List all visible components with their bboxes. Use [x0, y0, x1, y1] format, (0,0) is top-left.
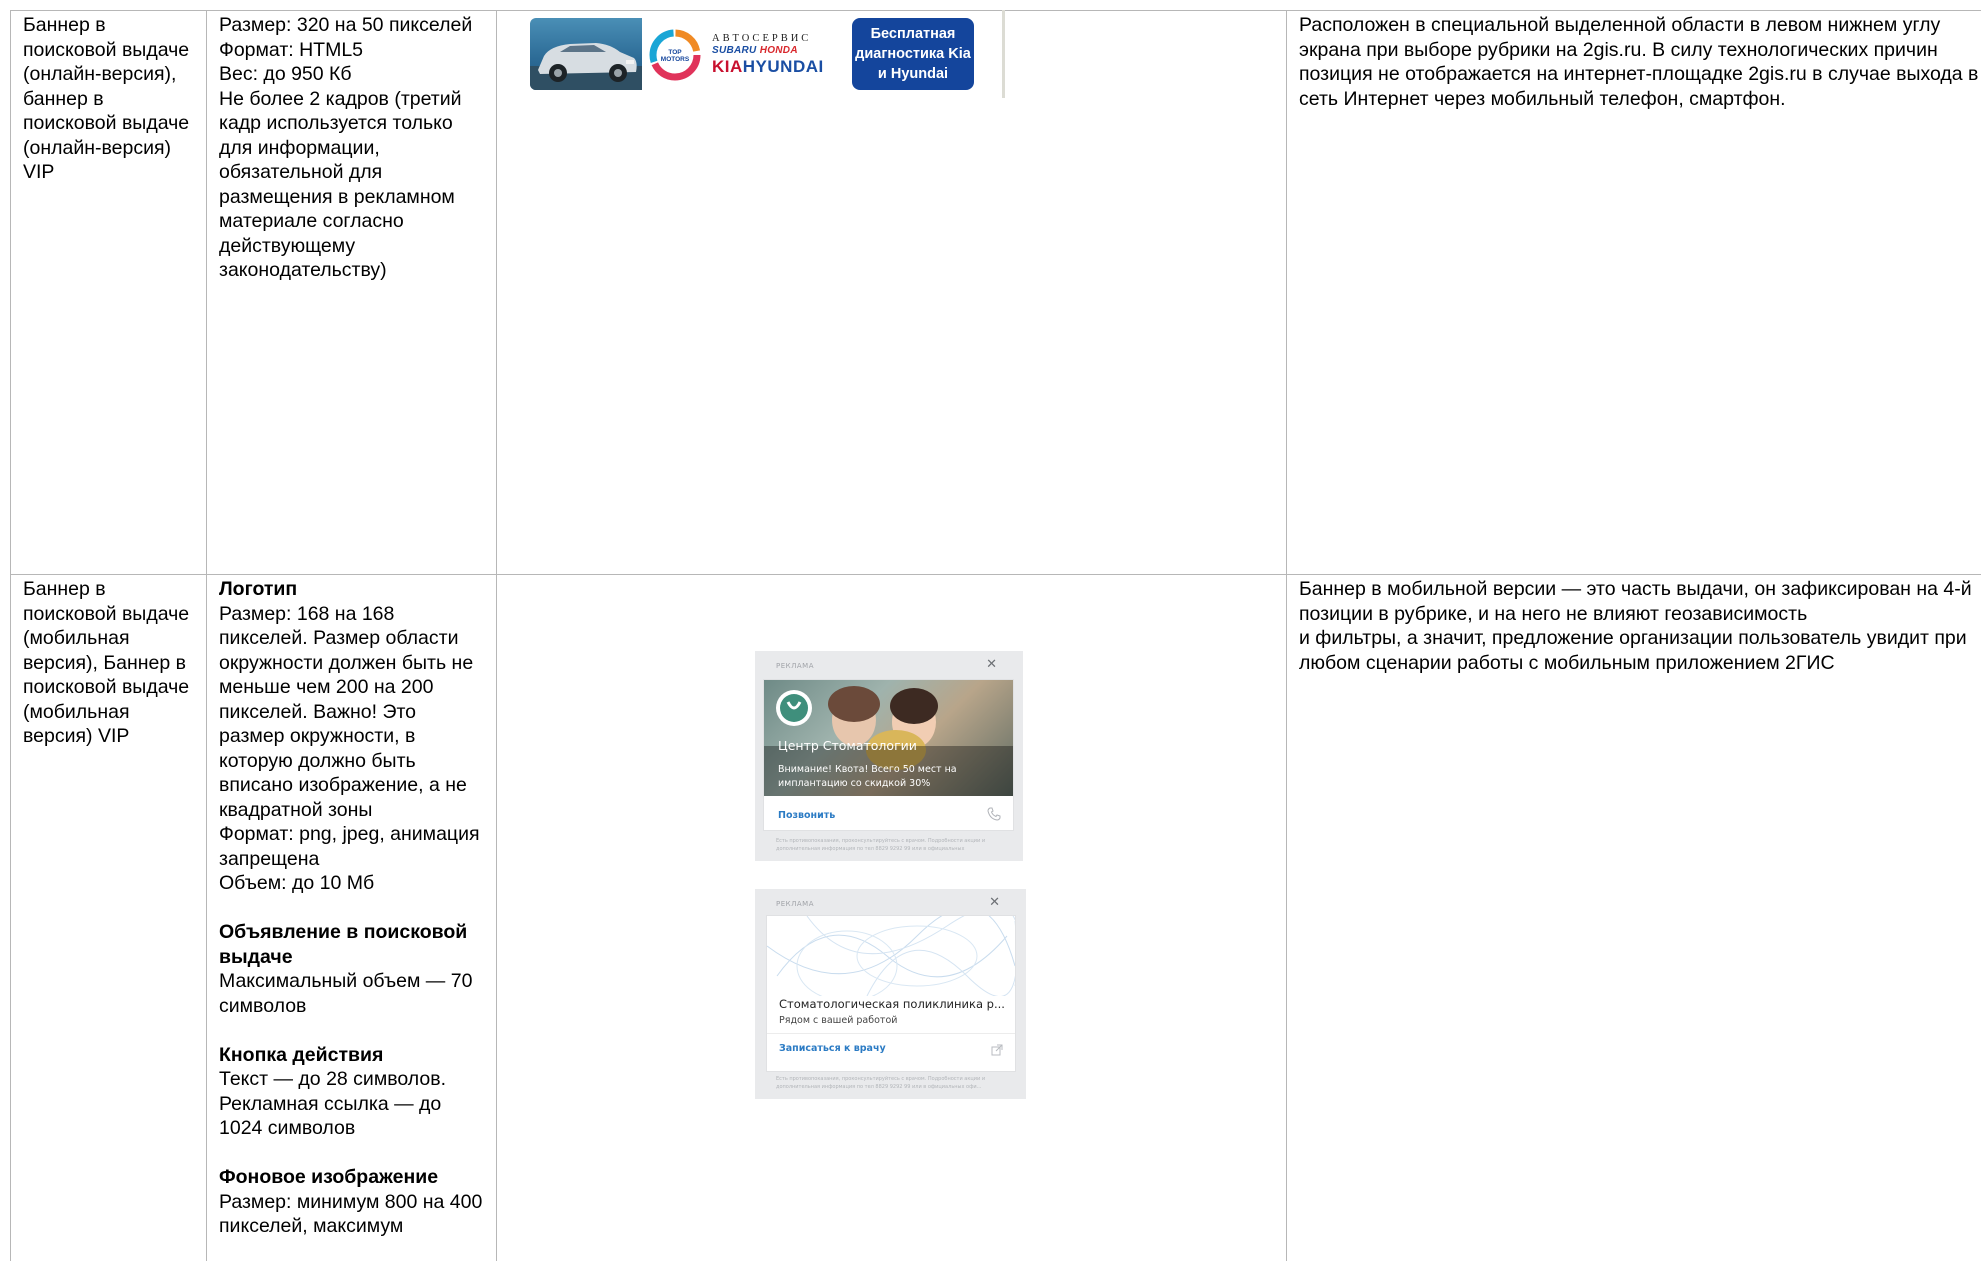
- ad-requirements: Максимальный объем — 70 символов: [219, 970, 473, 1017]
- bg-requirements: Размер: минимум 800 на 400 пикселей, мак…: [219, 1190, 483, 1238]
- brands-line-1: SUBARU HONDA: [712, 45, 842, 57]
- call-button[interactable]: Позвонить: [778, 810, 835, 821]
- hyundai-label: HYUNDAI: [742, 57, 824, 76]
- ad-tag: РЕКЛАМА: [776, 900, 814, 908]
- ad-subtitle: Рядом с вашей работой: [779, 1015, 898, 1026]
- ad-title: Стоматологическая поликлиника р...: [779, 997, 1005, 1011]
- divider: [767, 1033, 1015, 1034]
- button-heading: Кнопка действия: [219, 1043, 384, 1066]
- phone-icon[interactable]: [987, 806, 1001, 825]
- ad-heading: Объявление в поисковой выдаче: [219, 921, 468, 968]
- ad-photo: Центр Стоматологии Внимание! Квота! Всег…: [764, 680, 1013, 796]
- requirements-text: Размер: 320 на 50 пикселей Формат: HTML5…: [219, 14, 473, 281]
- top-motors-logo: TOP MOTORS: [642, 18, 708, 90]
- description-cell: Расположен в специальной выделенной обла…: [1286, 10, 1981, 575]
- ad-title: Центр Стоматологии: [778, 738, 917, 753]
- promo-badge: Бесплатная диагностика Kia и Hyundai: [852, 18, 974, 90]
- format-name-cell: Баннер в поисковой выдаче (онлайн-версия…: [10, 10, 207, 575]
- description-cell: Баннер в мобильной версии — это часть вы…: [1286, 574, 1981, 1261]
- ad-fine-print: Есть противопоказания, проконсультируйте…: [776, 1076, 986, 1090]
- close-icon: ✕: [986, 657, 997, 672]
- ad-card: Стоматологическая поликлиника р... Рядом…: [767, 916, 1015, 1071]
- top-motors-text: TOP MOTORS: [660, 49, 690, 63]
- promo-text: Бесплатная диагностика Kia и Hyundai: [855, 26, 971, 82]
- desktop-banner-example: TOP MOTORS АВТОСЕРВИС SUBARU HONDA KIAHY…: [530, 18, 982, 90]
- mobile-ad-example: РЕКЛАМА ✕ Центр Стоматологии Внимание! К…: [755, 651, 1023, 861]
- logo-heading: Логотип: [219, 578, 298, 600]
- button-requirements: Текст — до 28 символов. Рекламная ссылка…: [219, 1068, 447, 1139]
- bg-heading: Фоновое изображение: [219, 1166, 439, 1188]
- autoservice-logo: АВТОСЕРВИС SUBARU HONDA KIAHYUNDAI: [708, 18, 842, 90]
- logo-requirements: Размер: 168 на 168 пикселей. Размер обла…: [219, 602, 480, 895]
- description-text: Баннер в мобильной версии — это часть вы…: [1299, 578, 1972, 674]
- ad-text: Внимание! Квота! Всего 50 мест на имплан…: [778, 764, 957, 789]
- format-name: Баннер в поисковой выдаче (онлайн-версия…: [23, 14, 190, 183]
- autoservice-title: АВТОСЕРВИС: [712, 33, 812, 44]
- spec-document: Баннер в поисковой выдаче (онлайн-версия…: [0, 0, 1981, 1261]
- ad-card: Центр Стоматологии Внимание! Квота! Всег…: [764, 680, 1013, 830]
- book-doctor-button[interactable]: Записаться к врачу: [779, 1043, 886, 1054]
- ad-tag: РЕКЛАМА: [776, 662, 814, 670]
- car-image: [530, 18, 642, 90]
- ad-fine-print: Есть противопоказания, проконсультируйте…: [776, 838, 986, 852]
- subaru-label: SUBARU: [712, 45, 757, 56]
- external-link-icon[interactable]: [991, 1041, 1003, 1060]
- close-icon: ✕: [989, 895, 1000, 910]
- brands-line-2: KIAHYUNDAI: [712, 57, 842, 76]
- requirements-cell: Размер: 320 на 50 пикселей Формат: HTML5…: [206, 10, 497, 575]
- description-text: Расположен в специальной выделенной обла…: [1299, 14, 1979, 110]
- requirements-cell: Логотип Размер: 168 на 168 пикселей. Раз…: [206, 574, 497, 1261]
- mobile-ad-example: РЕКЛАМА ✕ Стоматологическая поликлиника …: [755, 889, 1026, 1099]
- format-name-cell: Баннер в поисковой выдаче (мобильная вер…: [10, 574, 207, 1261]
- kia-label: KIA: [712, 57, 743, 76]
- format-name: Баннер в поисковой выдаче (мобильная вер…: [23, 578, 190, 747]
- honda-label: HONDA: [759, 45, 798, 56]
